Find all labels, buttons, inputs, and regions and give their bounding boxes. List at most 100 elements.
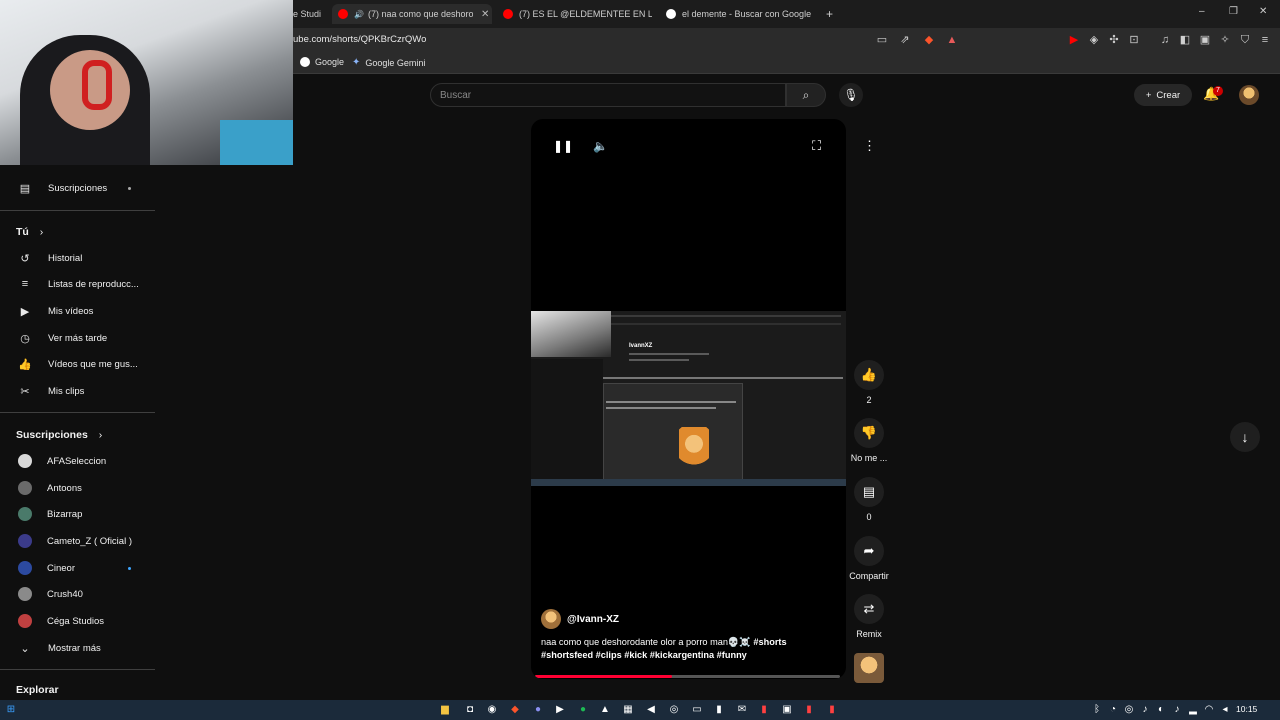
sidebar-item-history[interactable]: ↺ Historial: [0, 245, 155, 271]
spotify-icon[interactable]: ●: [576, 703, 590, 717]
powershell-icon[interactable]: ▮: [712, 703, 726, 717]
show-more-button[interactable]: ⌄ Mostrar más: [0, 635, 155, 661]
extension-icon[interactable]: ◈: [1087, 33, 1101, 47]
puzzle-extensions-icon[interactable]: ✣: [1107, 33, 1121, 47]
subscriptions-heading[interactable]: Suscripciones ›: [16, 429, 102, 441]
share-icon: ➦: [854, 536, 884, 566]
sidebar-item-clips[interactable]: ✂ Mis clips: [0, 378, 155, 404]
wifi-icon[interactable]: ◠: [1202, 703, 1216, 717]
network-icon[interactable]: ▂: [1186, 703, 1200, 717]
browser-tab[interactable]: (7) ES EL @ELDEMENTEE EN LA PELU: [497, 4, 652, 24]
caption-hashtag[interactable]: #shorts: [753, 637, 786, 647]
sidebar-item-playlist[interactable]: ≡ Listas de reproducc...: [0, 271, 155, 297]
vpn-icon[interactable]: ⛉: [1238, 33, 1252, 47]
taskbar-clock[interactable]: 10:15: [1236, 704, 1257, 714]
tray-icon[interactable]: ◔: [1106, 703, 1120, 717]
create-button[interactable]: + Crear: [1134, 84, 1192, 106]
pause-icon[interactable]: ❚❚: [553, 139, 573, 153]
short-channel[interactable]: @Ivann-XZ: [541, 609, 619, 629]
sidebar-toggle-icon[interactable]: ◧: [1178, 33, 1192, 47]
sidebar-channel[interactable]: Antoons: [0, 475, 155, 501]
search-input[interactable]: Buscar: [430, 83, 786, 107]
photos-icon[interactable]: ▲: [598, 703, 612, 717]
start-icon[interactable]: ⊞: [4, 703, 18, 717]
microphone-tray-icon[interactable]: ♪: [1138, 703, 1152, 717]
sidebar-channel[interactable]: Crush40: [0, 581, 155, 607]
leo-ai-icon[interactable]: ✧: [1218, 33, 1232, 47]
progress-bar[interactable]: [535, 675, 840, 678]
speaker-icon[interactable]: ◂: [1218, 703, 1232, 717]
search-button[interactable]: ⌕: [786, 83, 826, 107]
sidebar-item-watch-later[interactable]: ◷ Ver más tarde: [0, 325, 155, 351]
fullscreen-icon[interactable]: ⛶: [812, 138, 821, 154]
brave-icon[interactable]: ◆: [508, 703, 522, 717]
menu-icon[interactable]: ≡: [1258, 33, 1272, 47]
clips-icon: ✂: [20, 385, 30, 398]
shorts-player[interactable]: ❚❚ 🔈 ⛶ IvannXZ @Ivann-XZ naa como que de…: [531, 119, 846, 679]
cast-icon[interactable]: ▭: [875, 33, 889, 47]
store-icon[interactable]: ◘: [463, 703, 477, 717]
sidebar-item-my-videos[interactable]: ▶ Mis vídeos: [0, 298, 155, 324]
discord-icon[interactable]: ●: [531, 703, 545, 717]
app-icon[interactable]: ◎: [667, 703, 681, 717]
search-placeholder: Buscar: [440, 90, 472, 101]
comments-button[interactable]: ▤ 0: [848, 477, 890, 522]
browser-tab-active[interactable]: 🔊 (7) naa como que deshorodar ✕: [332, 4, 492, 24]
address-bar[interactable]: ube.com/shorts/QPKBrCzrQWo: [293, 34, 426, 45]
media-player-icon[interactable]: ▶: [553, 703, 567, 717]
minimize-button[interactable]: –: [1199, 6, 1205, 17]
d-app-icon[interactable]: ▮: [757, 703, 771, 717]
like-button[interactable]: 👍 2: [848, 360, 890, 405]
sidebar-item-liked[interactable]: 👍 Vídeos que me gus...: [0, 351, 155, 377]
volume-app-icon[interactable]: ◀: [644, 703, 658, 717]
sidebar-channel[interactable]: Cineor: [0, 555, 155, 581]
audio-thumbnail[interactable]: [848, 653, 890, 683]
bluetooth-icon[interactable]: ᛒ: [1090, 703, 1104, 717]
file-explorer-icon[interactable]: ▆: [438, 703, 452, 717]
share-button[interactable]: ➦ Compartir: [848, 536, 890, 581]
obs-icon[interactable]: ◉: [485, 703, 499, 717]
mail-icon[interactable]: ✉: [735, 703, 749, 717]
tray-icon[interactable]: ◎: [1122, 703, 1136, 717]
d-app-icon[interactable]: ▮: [825, 703, 839, 717]
screenshot-icon[interactable]: ⊡: [1127, 33, 1141, 47]
you-heading[interactable]: Tú ›: [16, 226, 43, 238]
notes-icon[interactable]: ▦: [621, 703, 635, 717]
voice-search-button[interactable]: 🎙: [839, 83, 863, 107]
bookmark-gemini[interactable]: ✦ Google Gemini: [352, 57, 425, 68]
user-avatar[interactable]: [1239, 85, 1259, 105]
brave-rewards-icon[interactable]: ▲: [945, 33, 959, 47]
tray-icon[interactable]: ♪: [1170, 703, 1184, 717]
bookmark-google[interactable]: Google: [300, 57, 344, 67]
tray-icon[interactable]: ◐: [1154, 703, 1168, 717]
next-short-button[interactable]: ↓: [1230, 422, 1260, 452]
sidebar-channel[interactable]: Bizarrap: [0, 501, 155, 527]
dislike-button[interactable]: 👎 No me ...: [848, 418, 890, 463]
sidebar-channel[interactable]: Céga Studios: [0, 608, 155, 634]
close-window-button[interactable]: ✕: [1259, 6, 1267, 17]
d-app-icon[interactable]: ▮: [802, 703, 816, 717]
sidebar-item-label: Historial: [48, 252, 83, 264]
terminal-icon[interactable]: ▣: [780, 703, 794, 717]
remix-button[interactable]: ⇄ Remix: [848, 594, 890, 639]
sidebar-channel[interactable]: Cameto_Z ( Oficial ): [0, 528, 155, 554]
close-tab-icon[interactable]: ✕: [481, 9, 489, 20]
media-controls-icon[interactable]: ♫: [1158, 33, 1172, 47]
wallet-icon[interactable]: ▣: [1198, 33, 1212, 47]
youtube-extension-icon[interactable]: ▶: [1067, 33, 1081, 47]
brave-shields-icon[interactable]: ◆: [922, 33, 936, 47]
sidebar-item-subscriptions[interactable]: ▤ Suscripciones: [0, 175, 155, 201]
share-page-icon[interactable]: ⇗: [898, 33, 912, 47]
sidebar-channel-label: AFASeleccion: [47, 455, 107, 467]
new-tab-button[interactable]: +: [826, 4, 842, 24]
channel-avatar[interactable]: [541, 609, 561, 629]
monitor-icon[interactable]: ▭: [690, 703, 704, 717]
browser-tab[interactable]: el demente - Buscar con Google: [660, 4, 820, 24]
sidebar-channel[interactable]: AFASeleccion: [0, 448, 155, 474]
channel-handle[interactable]: @Ivann-XZ: [567, 614, 619, 625]
headphones: [82, 60, 112, 110]
browser-tab[interactable]: e Studi: [293, 4, 325, 24]
volume-icon[interactable]: 🔈: [593, 139, 608, 153]
caption-hashtags[interactable]: #shortsfeed #clips #kick #kickargentina …: [541, 650, 747, 660]
restore-button[interactable]: ❐: [1229, 6, 1238, 17]
